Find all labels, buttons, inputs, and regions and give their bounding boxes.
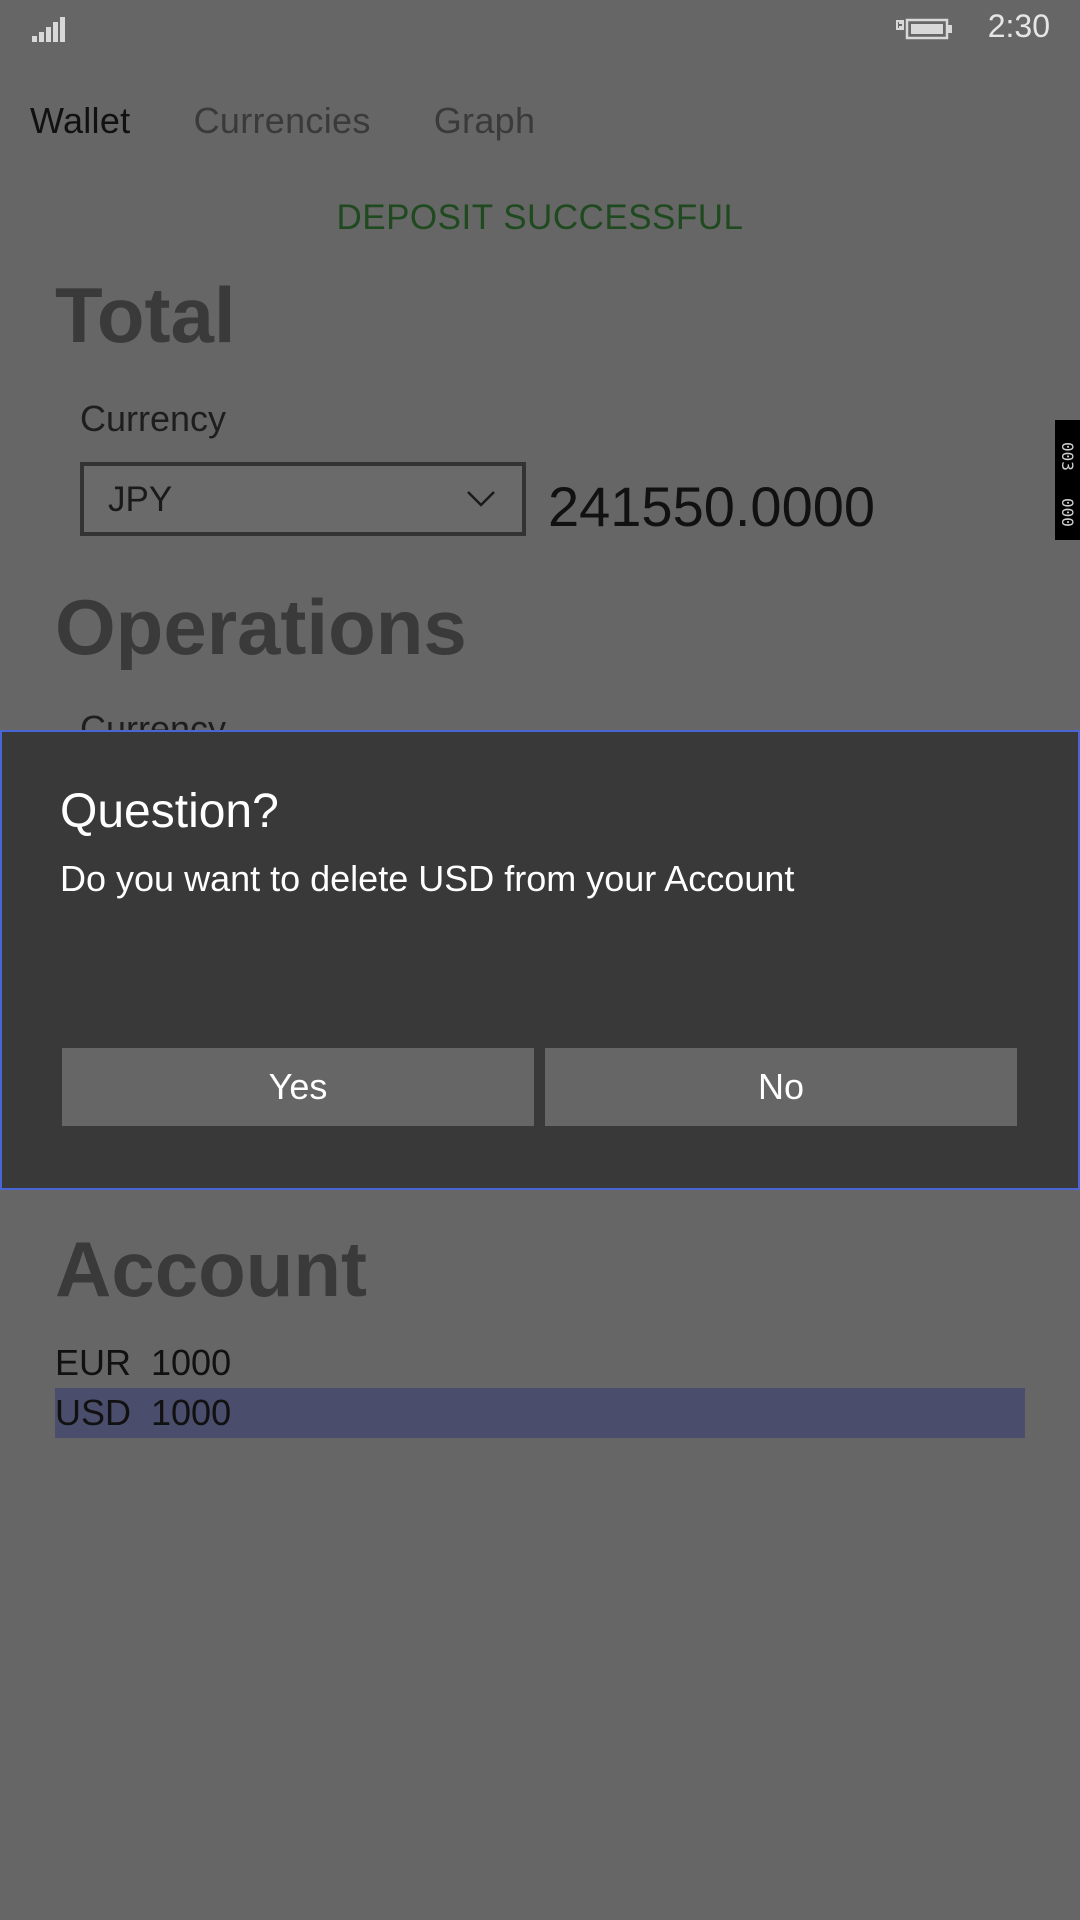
tab-currencies[interactable]: Currencies — [194, 100, 371, 142]
no-button[interactable]: No — [545, 1048, 1017, 1126]
operations-heading: Operations — [55, 583, 467, 671]
chevron-down-icon — [467, 491, 495, 507]
dialog-title: Question? — [60, 785, 279, 838]
tab-wallet[interactable]: Wallet — [30, 100, 130, 142]
account-list: EUR 1000 USD 1000 — [55, 1338, 1025, 1438]
delete-confirmation-dialog: Question? Do you want to delete USD from… — [0, 730, 1080, 1190]
currency-select-value: JPY — [108, 480, 173, 519]
yes-button[interactable]: Yes — [62, 1048, 534, 1126]
total-heading: Total — [55, 271, 236, 359]
app-screen: 2:30 Wallet Currencies Graph DEPOSIT SUC… — [0, 0, 1080, 1920]
total-amount: 241550.0000 — [548, 475, 876, 538]
frame-counter-top: 003 — [1058, 442, 1077, 471]
status-bar: 2:30 — [0, 0, 1080, 60]
tab-graph[interactable]: Graph — [434, 100, 536, 142]
account-item-eur[interactable]: EUR 1000 — [55, 1338, 1025, 1388]
pivot-tabs: Wallet Currencies Graph — [30, 100, 593, 150]
battery-charging-icon — [896, 18, 952, 40]
frame-counter: 003 000 — [1055, 420, 1080, 540]
status-time: 2:30 — [987, 8, 1050, 44]
account-heading: Account — [55, 1225, 367, 1313]
operations-currency-label-text: Currency — [80, 708, 227, 730]
dialog-message: Do you want to delete USD from your Acco… — [60, 858, 795, 899]
signal-bars-icon — [32, 16, 68, 42]
operations-currency-label: Currency — [80, 708, 226, 730]
frame-counter-bottom: 000 — [1058, 498, 1077, 527]
deposit-status-message: DEPOSIT SUCCESSFUL — [336, 198, 744, 237]
currency-select[interactable]: JPY — [80, 462, 526, 536]
account-item-usd[interactable]: USD 1000 — [55, 1388, 1025, 1438]
total-currency-label: Currency — [80, 398, 227, 439]
